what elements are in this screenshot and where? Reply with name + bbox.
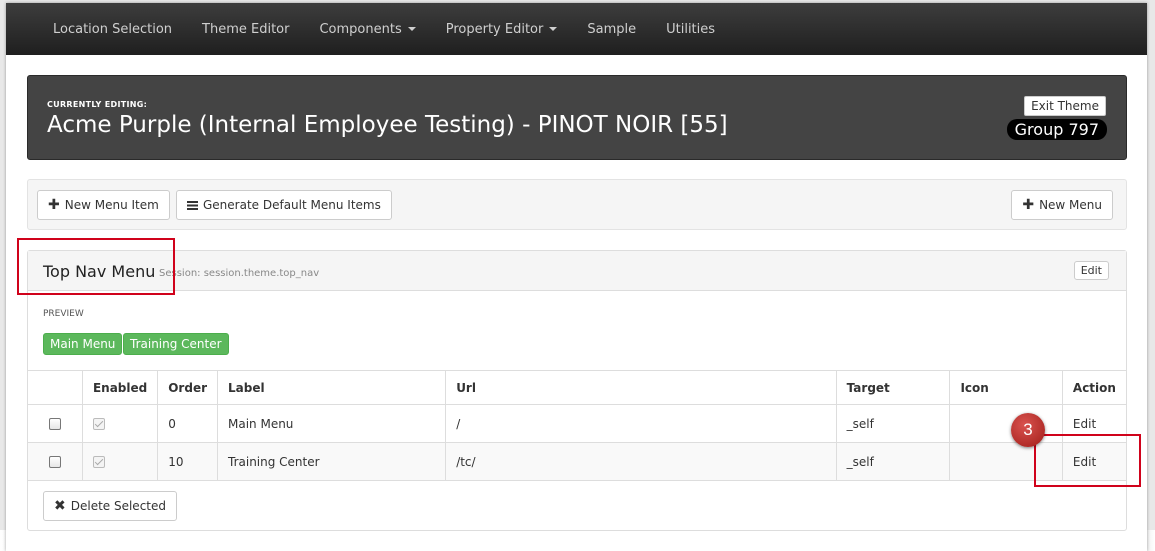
menu-items-table: Enabled Order Label Url Target Icon Acti… bbox=[28, 370, 1126, 481]
caret-down-icon bbox=[407, 27, 416, 31]
row-select-cell bbox=[28, 404, 83, 443]
header-icon: Icon bbox=[949, 370, 1063, 405]
row-url: / bbox=[445, 404, 837, 443]
new-menu-button[interactable]: ✚ New Menu bbox=[1011, 190, 1113, 220]
row-order: 0 bbox=[157, 404, 218, 443]
nav-sample[interactable]: Sample bbox=[572, 3, 651, 55]
table-header-row: Enabled Order Label Url Target Icon Acti… bbox=[28, 370, 1126, 405]
generate-default-label: Generate Default Menu Items bbox=[203, 198, 381, 212]
panel-session: Session: session.theme.top_nav bbox=[159, 268, 320, 279]
nav-property-editor-dropdown[interactable]: Property Editor bbox=[431, 3, 573, 55]
exit-theme-button[interactable]: Exit Theme bbox=[1024, 96, 1106, 116]
row-url: /tc/ bbox=[445, 442, 837, 481]
row-enabled-cell bbox=[81, 404, 158, 443]
row-label: Training Center bbox=[216, 442, 446, 481]
header-enabled: Enabled bbox=[81, 370, 158, 405]
nav-theme-editor-label: Theme Editor bbox=[202, 21, 290, 37]
delete-selected-label: Delete Selected bbox=[70, 499, 166, 513]
top-navbar: Location Selection Theme Editor Componen… bbox=[6, 3, 1147, 55]
group-badge: Group 797 bbox=[1006, 119, 1107, 140]
delete-selected-button[interactable]: ✖ Delete Selected bbox=[43, 491, 177, 521]
plus-icon: ✚ bbox=[1022, 197, 1035, 213]
nav-sample-label: Sample bbox=[587, 21, 637, 37]
panel-header: Top Nav Menu Session: session.theme.top_… bbox=[28, 251, 1126, 291]
annotation-highlight-title bbox=[17, 238, 175, 295]
step-number-badge: 3 bbox=[1011, 413, 1045, 447]
nav-location-selection[interactable]: Location Selection bbox=[38, 3, 187, 55]
new-menu-item-button[interactable]: ✚ New Menu Item bbox=[37, 190, 170, 220]
generate-default-menu-items-button[interactable]: Generate Default Menu Items bbox=[176, 190, 392, 220]
table-row: 0 Main Menu / _self Edit bbox=[28, 404, 1126, 443]
row-label: Main Menu bbox=[216, 404, 446, 443]
nav-utilities-label: Utilities bbox=[666, 21, 716, 37]
new-menu-item-label: New Menu Item bbox=[64, 198, 159, 212]
close-icon: ✖ bbox=[54, 498, 66, 514]
preview-main-menu-button[interactable]: Main Menu bbox=[43, 333, 123, 355]
header-select bbox=[28, 370, 83, 405]
row-target: _self bbox=[835, 404, 950, 443]
nav-components-label: Components bbox=[319, 21, 402, 37]
header-label: Label bbox=[216, 370, 446, 405]
top-nav-menu-panel: Top Nav Menu Session: session.theme.top_… bbox=[27, 250, 1127, 531]
row-select-cell bbox=[28, 442, 83, 481]
row-select-checkbox[interactable] bbox=[48, 456, 61, 468]
nav-theme-editor[interactable]: Theme Editor bbox=[187, 3, 304, 55]
header-order: Order bbox=[157, 370, 218, 405]
banner-title: Acme Purple (Internal Employee Testing) … bbox=[47, 112, 728, 138]
row-select-checkbox[interactable] bbox=[48, 418, 61, 430]
row-order: 10 bbox=[157, 442, 218, 481]
list-icon bbox=[187, 200, 198, 210]
header-target: Target bbox=[835, 370, 950, 405]
row-target: _self bbox=[835, 442, 950, 481]
edit-menu-button[interactable]: Edit bbox=[1073, 261, 1109, 280]
table-row: 10 Training Center /tc/ _self Edit bbox=[28, 442, 1126, 481]
nav-components-dropdown[interactable]: Components bbox=[304, 3, 430, 55]
row-enabled-checkbox bbox=[92, 418, 105, 430]
theme-banner: CURRENTLY EDITING: Acme Purple (Internal… bbox=[27, 75, 1127, 160]
row-enabled-cell bbox=[81, 442, 158, 481]
annotation-highlight-edit bbox=[1034, 434, 1141, 487]
header-action: Action bbox=[1061, 370, 1126, 405]
row-enabled-checkbox bbox=[92, 456, 105, 468]
nav-utilities[interactable]: Utilities bbox=[651, 3, 730, 55]
menu-toolbar: ✚ New Menu Item Generate Default Menu It… bbox=[27, 179, 1127, 230]
app-window: Location Selection Theme Editor Componen… bbox=[6, 3, 1147, 551]
nav-property-editor-label: Property Editor bbox=[445, 21, 544, 37]
banner-caption: CURRENTLY EDITING: bbox=[47, 100, 148, 109]
nav-location-selection-label: Location Selection bbox=[53, 21, 173, 37]
preview-label: PREVIEW bbox=[43, 309, 84, 319]
caret-down-icon bbox=[549, 27, 558, 31]
plus-icon: ✚ bbox=[48, 197, 60, 213]
new-menu-label: New Menu bbox=[1039, 198, 1102, 212]
preview-training-center-button[interactable]: Training Center bbox=[123, 333, 229, 355]
header-url: Url bbox=[445, 370, 837, 405]
